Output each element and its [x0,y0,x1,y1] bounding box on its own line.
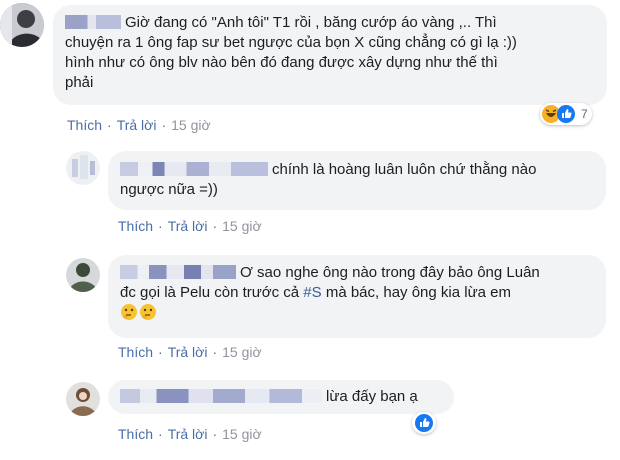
thinking-face-icon [120,303,138,321]
like-icon [557,105,575,123]
avatar[interactable] [66,258,100,292]
comment-text-line: chính là hoàng luân luôn chứ thằng nào [272,161,537,178]
comment-text-line: Giờ đang có "Anh tôi" T1 rồi , băng cướp… [125,14,497,31]
like-icon [415,414,433,432]
avatar[interactable] [0,3,44,47]
reply-link[interactable]: Trả lời [168,344,208,360]
comment-bubble: lừa đấy bạn ạ [108,380,454,414]
commenter-name[interactable] [120,389,322,403]
timestamp[interactable]: 15 giờ [222,218,262,234]
reply-link[interactable]: Trả lời [168,218,208,234]
reaction-summary[interactable]: 7 [540,103,592,125]
thinking-face-icon [139,303,157,321]
commenter-name[interactable] [120,162,268,176]
comment-text-line: ngược nữa =)) [120,181,218,198]
avatar[interactable] [66,151,100,185]
hashtag-link[interactable]: #S [303,284,321,301]
timestamp[interactable]: 15 giờ [222,344,262,360]
reply-link[interactable]: Trả lời [168,426,208,442]
comment-text-line: Ơ sao nghe ông nào trong đây bảo ông Luâ… [240,264,540,281]
reaction-summary[interactable] [412,412,436,434]
comment-bubble: chính là hoàng luân luôn chứ thằng nào n… [108,151,606,210]
commenter-name[interactable] [65,15,121,29]
timestamp[interactable]: 15 giờ [222,426,262,442]
like-link[interactable]: Thích [118,344,153,360]
comment-actions: Thích · Trả lời · 15 giờ [67,117,211,133]
comment-text-line: phải [65,74,94,91]
timestamp[interactable]: 15 giờ [171,117,211,133]
comment-text-line: lừa đấy bạn ạ [326,388,418,405]
comment-text-line: mà bác, hay ông kia lừa em [321,284,511,301]
comment-actions: Thích · Trả lời · 15 giờ [118,218,262,234]
comment-actions: Thích · Trả lời · 15 giờ [118,344,262,360]
comment-text-line: đc gọi là Pelu còn trước cả [120,284,304,301]
reaction-count: 7 [581,107,588,121]
avatar[interactable] [66,382,100,416]
commenter-name[interactable] [120,265,236,279]
like-link[interactable]: Thích [67,117,102,133]
comment-text-line: hình như có ông blv nào bên đó đang được… [65,54,498,71]
comment-bubble: Giờ đang có "Anh tôi" T1 rồi , băng cướp… [53,5,607,105]
comment-bubble: Ơ sao nghe ông nào trong đây bảo ông Luâ… [108,255,606,338]
comment-text-line: chuyện ra 1 ông fap sư bet ngược của bọn… [65,34,517,51]
comment-actions: Thích · Trả lời · 15 giờ [118,426,262,442]
like-link[interactable]: Thích [118,426,153,442]
like-link[interactable]: Thích [118,218,153,234]
reply-link[interactable]: Trả lời [117,117,157,133]
